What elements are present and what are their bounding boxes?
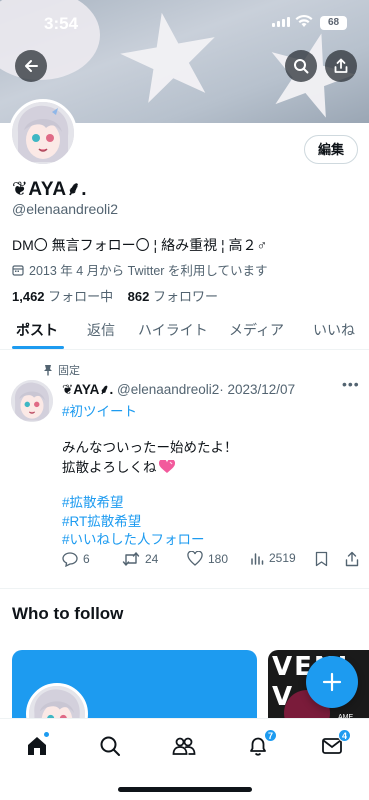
following-label: フォロー中 — [48, 289, 114, 304]
battery-indicator: 68 — [320, 16, 347, 30]
back-arrow-icon — [25, 60, 38, 72]
retweet-button[interactable]: 24 — [122, 551, 158, 567]
tab-media[interactable]: メディア — [229, 320, 284, 340]
tweet-hashtag[interactable]: #いいねした人フォロー — [62, 528, 205, 548]
reply-count: 6 — [83, 552, 90, 566]
views-count: 2519 — [269, 551, 296, 565]
nav-explore[interactable] — [99, 735, 123, 759]
wifi-icon — [295, 14, 313, 27]
anime-avatar-image — [11, 380, 53, 422]
edit-profile-button[interactable]: 編集 — [304, 135, 358, 164]
tweet-hashtag[interactable]: #初ツイート — [62, 400, 137, 420]
followers-link[interactable]: 862 フォロワー — [128, 289, 218, 304]
share-icon — [345, 551, 359, 567]
home-indicator — [118, 787, 252, 792]
divider — [0, 588, 369, 589]
tab-highlights[interactable]: ハイライト — [138, 320, 208, 340]
views-chart-icon — [251, 553, 264, 565]
profile-avatar[interactable] — [9, 99, 77, 167]
pinned-label: 固定 — [43, 362, 80, 378]
bookmark-button[interactable] — [315, 551, 328, 567]
compose-post-button[interactable] — [306, 656, 358, 708]
cellular-signal-icon — [272, 17, 290, 27]
back-button[interactable] — [15, 50, 47, 82]
home-active-dot — [44, 732, 49, 737]
tweet-text-line: 拡散よろしくね — [62, 460, 157, 475]
retweet-icon — [122, 552, 140, 566]
tweet-author-avatar[interactable] — [11, 380, 53, 422]
heart-icon — [187, 551, 203, 566]
followers-count: 862 — [127, 289, 150, 304]
nav-home[interactable] — [26, 735, 50, 759]
profile-bio: DM〇 無言フォロー〇 ¦ 絡み重視 ¦ 高２♂ — [12, 237, 267, 253]
status-bar: 3:54 68 — [0, 0, 369, 48]
search-button[interactable] — [285, 50, 317, 82]
more-options-button[interactable]: ••• — [342, 376, 360, 392]
following-count: 1,462 — [12, 289, 45, 304]
followers-label: フォロワー — [152, 289, 218, 304]
who-to-follow-title: Who to follow — [12, 604, 124, 623]
like-count: 180 — [208, 551, 229, 566]
tweet-date[interactable]: · 2023/12/07 — [219, 382, 295, 397]
like-button[interactable]: 180 — [187, 551, 228, 566]
share-button[interactable] — [325, 50, 357, 82]
tweet-author-handle[interactable]: @elenaandreoli2 — [117, 382, 219, 397]
profile-display-name: ❦AYA⸙. — [12, 179, 88, 200]
tab-replies[interactable]: 返信 — [87, 320, 115, 340]
tweet-author-name[interactable]: ❦AYA⸙. — [62, 382, 113, 397]
share-tweet-button[interactable] — [345, 551, 359, 567]
plus-icon — [322, 672, 342, 692]
following-link[interactable]: 1,462 フォロー中 — [12, 289, 113, 304]
status-time: 3:54 — [44, 14, 79, 33]
nav-communities[interactable] — [172, 735, 196, 759]
reply-icon — [62, 552, 78, 567]
messages-badge: 4 — [338, 729, 351, 742]
tweet-text-line-emoji: 拡散よろしくね — [62, 456, 175, 476]
notifications-badge: 7 — [264, 729, 277, 742]
pin-icon — [44, 365, 52, 376]
tweet-hashtag[interactable]: #拡散希望 — [62, 491, 124, 511]
joined-date: 2013 年 4 月から Twitter を利用しています — [12, 260, 268, 279]
anime-avatar-image — [12, 102, 74, 164]
tweet-text-line: みんなついったー始めたよ！ — [62, 440, 238, 455]
search-icon — [100, 736, 120, 756]
profile-handle: @elenaandreoli2 — [12, 201, 119, 217]
joined-text: 2013 年 4 月から Twitter を利用しています — [29, 264, 268, 278]
bookmark-icon — [315, 551, 328, 567]
home-icon — [28, 737, 46, 755]
views-button[interactable]: 2519 — [250, 551, 296, 565]
reply-button[interactable]: 6 — [62, 551, 90, 567]
tweet-header: ❦AYA⸙. @elenaandreoli2· 2023/12/07 — [62, 380, 295, 398]
active-tab-indicator — [12, 346, 64, 349]
follow-stats: 1,462 フォロー中 862 フォロワー — [12, 286, 218, 305]
share-icon — [334, 58, 348, 73]
search-icon — [294, 59, 309, 74]
communities-icon — [172, 737, 196, 755]
heart-emoji-icon — [158, 460, 175, 473]
tweet-actions: 6 24 180 2519 — [62, 551, 362, 571]
profile-tabs: ポスト 返信 ハイライト メディア いいね — [0, 308, 369, 350]
retweet-count: 24 — [145, 552, 159, 566]
tab-likes[interactable]: いいね — [313, 320, 355, 340]
pinned-text: 固定 — [58, 365, 80, 377]
calendar-icon — [12, 264, 24, 276]
tweet-hashtag[interactable]: #RT拡散希望 — [62, 510, 141, 530]
tab-posts[interactable]: ポスト — [16, 320, 58, 340]
